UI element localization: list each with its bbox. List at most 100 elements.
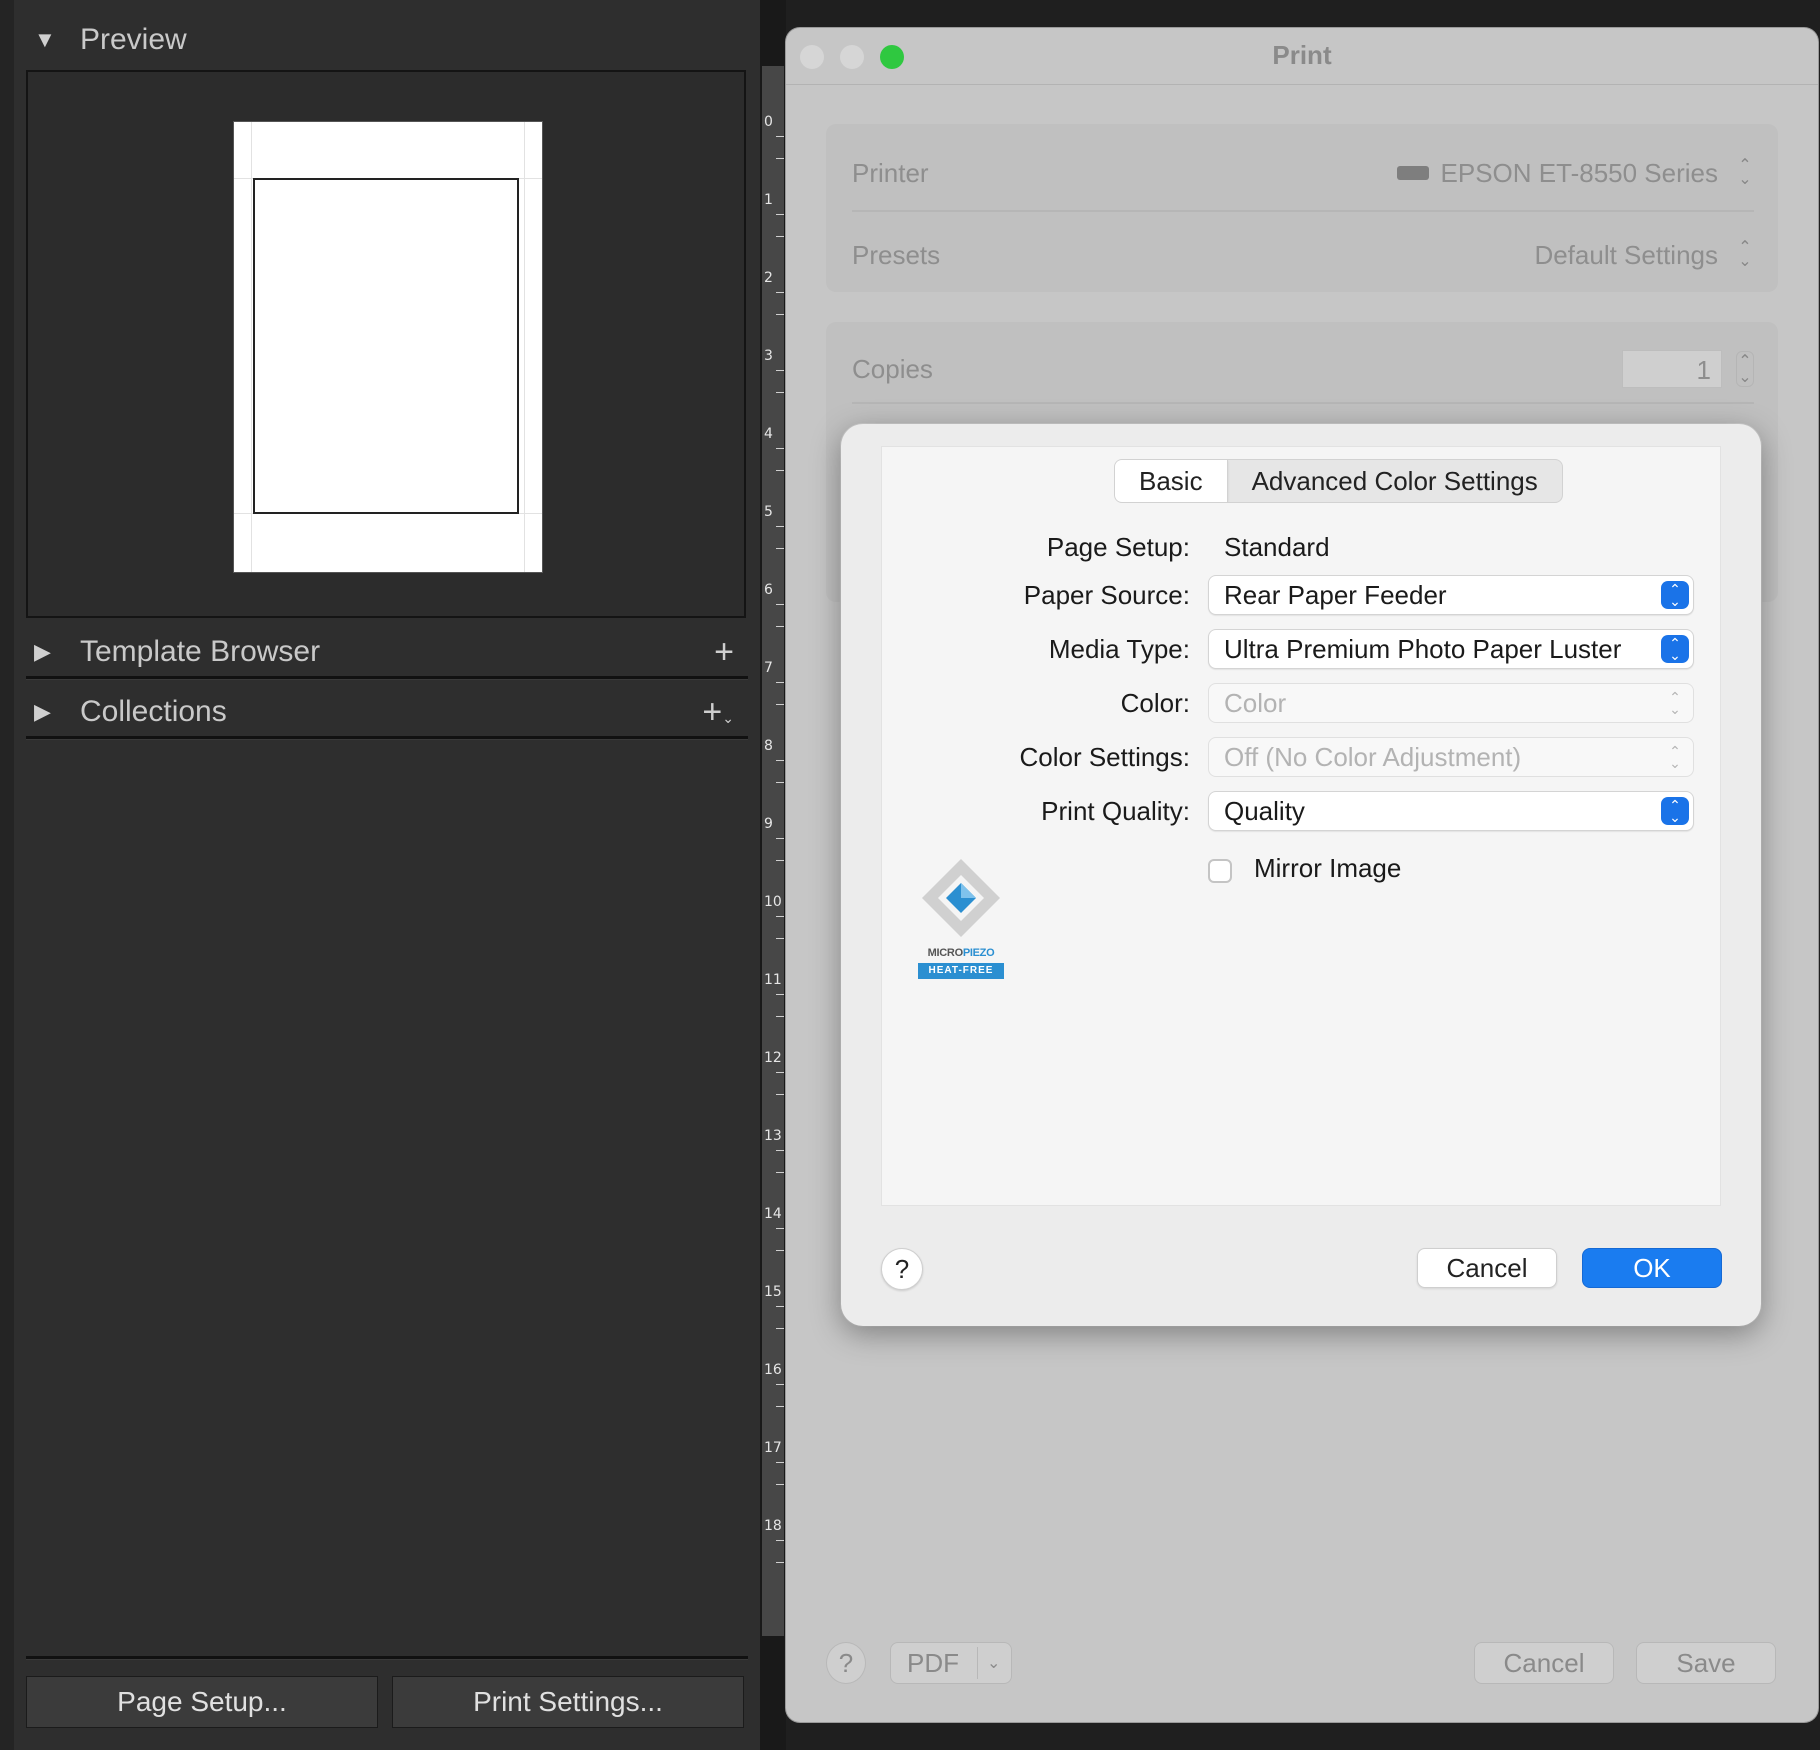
micro-piezo-logo: MICROPIEZO HEAT-FREE	[918, 855, 1004, 979]
separator	[852, 210, 1754, 212]
media-type-select[interactable]: Ultra Premium Photo Paper Luster ⌃ ⌄	[1208, 629, 1694, 669]
ruler-tick	[776, 214, 784, 215]
left-panel: ▼ Preview ▶ Template Browser + ▶ Collect…	[0, 0, 760, 1750]
ruler-tick	[776, 1072, 784, 1073]
ruler-tick	[776, 938, 784, 939]
ruler-number: 18	[764, 1518, 782, 1534]
panel-divider	[26, 676, 748, 680]
ruler-tick	[776, 760, 784, 761]
copies-label: Copies	[852, 353, 933, 384]
template-browser-header[interactable]: ▶ Template Browser +	[26, 624, 746, 680]
printer-icon	[1396, 166, 1429, 180]
ruler-tick	[776, 1328, 784, 1329]
ruler-number: 15	[764, 1284, 782, 1300]
presets-row: Presets Default Settings ⌃ ⌄	[852, 230, 1754, 280]
print-quality-row: Print Quality: Quality ⌃ ⌄	[882, 791, 1720, 831]
tab-bar: Basic Advanced Color Settings	[1114, 459, 1563, 503]
copies-row: Copies 1 ⌃ ⌄	[852, 344, 1754, 394]
ruler-number: 12	[764, 1050, 782, 1066]
color-settings-value: Off (No Color Adjustment)	[1224, 741, 1522, 772]
ruler-number: 5	[764, 504, 773, 520]
print-settings-button[interactable]: Print Settings...	[392, 1676, 744, 1728]
select-chevron-icon: ⌃ ⌄	[1669, 743, 1681, 771]
tab-advanced-color-settings[interactable]: Advanced Color Settings	[1228, 460, 1562, 502]
mirror-image-checkbox[interactable]	[1208, 859, 1232, 883]
ruler-number: 0	[764, 114, 773, 130]
ruler-number: 3	[764, 348, 773, 364]
ruler-number: 6	[764, 582, 773, 598]
image-cell	[253, 178, 519, 514]
sheet-help-button[interactable]: ?	[881, 1248, 923, 1290]
ruler-tick	[776, 526, 784, 527]
ruler-tick	[776, 136, 784, 137]
ruler-tick	[776, 370, 784, 371]
ruler-tick	[776, 1150, 784, 1151]
add-template-icon[interactable]: +	[714, 633, 734, 672]
ruler-tick	[776, 838, 784, 839]
paper-preview	[234, 122, 542, 572]
ruler-number: 11	[764, 972, 782, 988]
copies-stepper[interactable]: ⌃ ⌄	[1736, 351, 1754, 387]
margin-guide	[524, 122, 525, 572]
ruler-number: 17	[764, 1440, 782, 1456]
ruler-tick	[776, 604, 784, 605]
window-save-button[interactable]: Save	[1636, 1642, 1776, 1684]
ruler-tick	[776, 1462, 784, 1463]
print-quality-select[interactable]: Quality ⌃ ⌄	[1208, 791, 1694, 831]
pdf-menu-button[interactable]: PDF ⌄	[890, 1642, 1012, 1684]
panel-edge	[0, 0, 14, 1750]
ruler-tick	[776, 1484, 784, 1485]
color-row: Color: Color ⌃ ⌄	[882, 683, 1720, 723]
ruler-tick	[776, 548, 784, 549]
page-setup-button[interactable]: Page Setup...	[26, 1676, 378, 1728]
chevron-down-icon: ⌄	[987, 1655, 1001, 1672]
paper-source-row: Paper Source: Rear Paper Feeder ⌃ ⌄	[882, 575, 1720, 615]
logo-piezo-text: PIEZO	[962, 947, 995, 959]
ruler-tick	[776, 448, 784, 449]
ruler-tick	[776, 236, 784, 237]
ruler-tick	[776, 994, 784, 995]
ruler-tick	[776, 916, 784, 917]
cancel-button[interactable]: Cancel	[1417, 1248, 1557, 1288]
collections-header[interactable]: ▶ Collections +⌄	[26, 684, 746, 740]
presets-popup[interactable]: Default Settings	[1534, 240, 1718, 271]
ruler-tick	[776, 782, 784, 783]
ruler-tick	[776, 292, 784, 293]
preview-header-label: Preview	[80, 23, 187, 56]
window-title: Print	[1272, 40, 1332, 70]
select-chevron-icon: ⌃ ⌄	[1661, 581, 1689, 609]
presets-label: Presets	[852, 239, 941, 270]
copies-field[interactable]: 1	[1622, 350, 1722, 388]
window-cancel-button[interactable]: Cancel	[1474, 1642, 1614, 1684]
ruler-tick	[776, 626, 784, 627]
print-quality-label: Print Quality:	[1041, 795, 1190, 826]
pdf-divider	[977, 1647, 978, 1679]
ruler-number: 16	[764, 1362, 782, 1378]
ruler-number: 10	[764, 894, 782, 910]
color-settings-label: Color Settings:	[1019, 741, 1190, 772]
ok-button[interactable]: OK	[1582, 1248, 1722, 1288]
title-bar: Print	[786, 28, 1818, 85]
ruler-tick	[776, 314, 784, 315]
ruler-number: 7	[764, 660, 773, 676]
panel-divider	[26, 1656, 748, 1660]
tab-basic[interactable]: Basic	[1115, 460, 1228, 502]
ruler-tick	[776, 392, 784, 393]
printer-popup[interactable]: EPSON ET-8550 Series	[1441, 158, 1718, 189]
template-browser-label: Template Browser	[80, 635, 321, 668]
add-collection-icon[interactable]: +⌄	[702, 693, 734, 732]
color-settings-row: Color Settings: Off (No Color Adjustment…	[882, 737, 1720, 777]
epson-settings-sheet: Basic Advanced Color Settings Page Setup…	[841, 424, 1761, 1326]
ruler-tick	[776, 1306, 784, 1307]
window-help-button[interactable]: ?	[826, 1642, 866, 1684]
ruler-number: 13	[764, 1128, 782, 1144]
preview-panel-header[interactable]: ▼ Preview	[26, 12, 746, 68]
printer-row: Printer EPSON ET-8550 Series ⌃ ⌄	[852, 148, 1754, 198]
page-setup-label: Page Setup:	[1046, 531, 1190, 562]
media-type-label: Media Type:	[1048, 633, 1190, 664]
ruler-tick	[776, 1406, 784, 1407]
paper-source-label: Paper Source:	[1023, 579, 1190, 610]
ruler-tick	[776, 860, 784, 861]
paper-source-select[interactable]: Rear Paper Feeder ⌃ ⌄	[1208, 575, 1694, 615]
ruler-tick	[776, 1250, 784, 1251]
